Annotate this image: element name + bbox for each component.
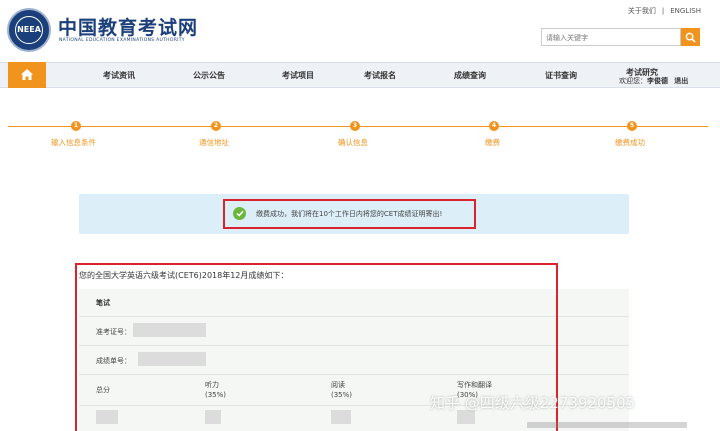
user-info: 欢迎您：李俊德 退出 — [619, 76, 688, 86]
step-4-label: 缴费 — [485, 138, 500, 147]
top-links: 关于我们 | ENGLISH — [625, 6, 704, 16]
step-3-label: 确认信息 — [338, 138, 368, 147]
neea-logo[interactable]: NEEA — [7, 8, 51, 52]
step-1-marker: 1 — [71, 121, 81, 131]
nav-item-score-query[interactable]: 成绩查询 — [454, 70, 486, 81]
watermark: 知乎 @四级六级2273920505 — [430, 394, 636, 412]
step-1-label: 输入信息条件 — [51, 138, 96, 147]
site-title[interactable]: 中国教育考试网 — [58, 13, 198, 40]
nav-item-exams[interactable]: 考试项目 — [282, 70, 314, 81]
step-5-marker: 5 — [627, 121, 637, 131]
step-2-label: 通信地址 — [199, 138, 229, 147]
user-name: 李俊德 — [647, 77, 668, 85]
nav-item-news[interactable]: 考试资讯 — [103, 70, 135, 81]
nav-item-certificate-query[interactable]: 证书查询 — [545, 70, 577, 81]
search-button[interactable] — [681, 28, 700, 46]
watermark-faint-text — [527, 422, 687, 428]
nav-home-button[interactable] — [8, 62, 46, 88]
nav-item-notices[interactable]: 公示公告 — [193, 70, 225, 81]
step-4-marker: 4 — [489, 121, 499, 131]
nav-item-registration[interactable]: 考试报名 — [364, 70, 396, 81]
step-3-marker: 3 — [350, 121, 360, 131]
check-circle-icon — [233, 207, 246, 220]
step-5-label: 缴费成功 — [615, 138, 645, 147]
link-divider: | — [661, 7, 665, 15]
search-icon — [685, 32, 696, 43]
english-link[interactable]: ENGLISH — [667, 7, 704, 15]
logout-link[interactable]: 退出 — [674, 77, 688, 85]
success-message: 缴费成功，我们将在10个工作日内将您的CET成绩证明寄出! — [256, 210, 443, 218]
about-link[interactable]: 关于我们 — [625, 7, 659, 15]
logo-seal-text: NEEA — [15, 16, 43, 44]
home-icon — [21, 69, 33, 80]
search-input[interactable]: 请输入关键字 — [541, 28, 681, 46]
site-subtitle: NATIONAL EDUCATION EXAMINATIONS AUTHORIT… — [59, 38, 185, 43]
user-greeting: 欢迎您： — [619, 77, 647, 85]
step-2-marker: 2 — [211, 121, 221, 131]
